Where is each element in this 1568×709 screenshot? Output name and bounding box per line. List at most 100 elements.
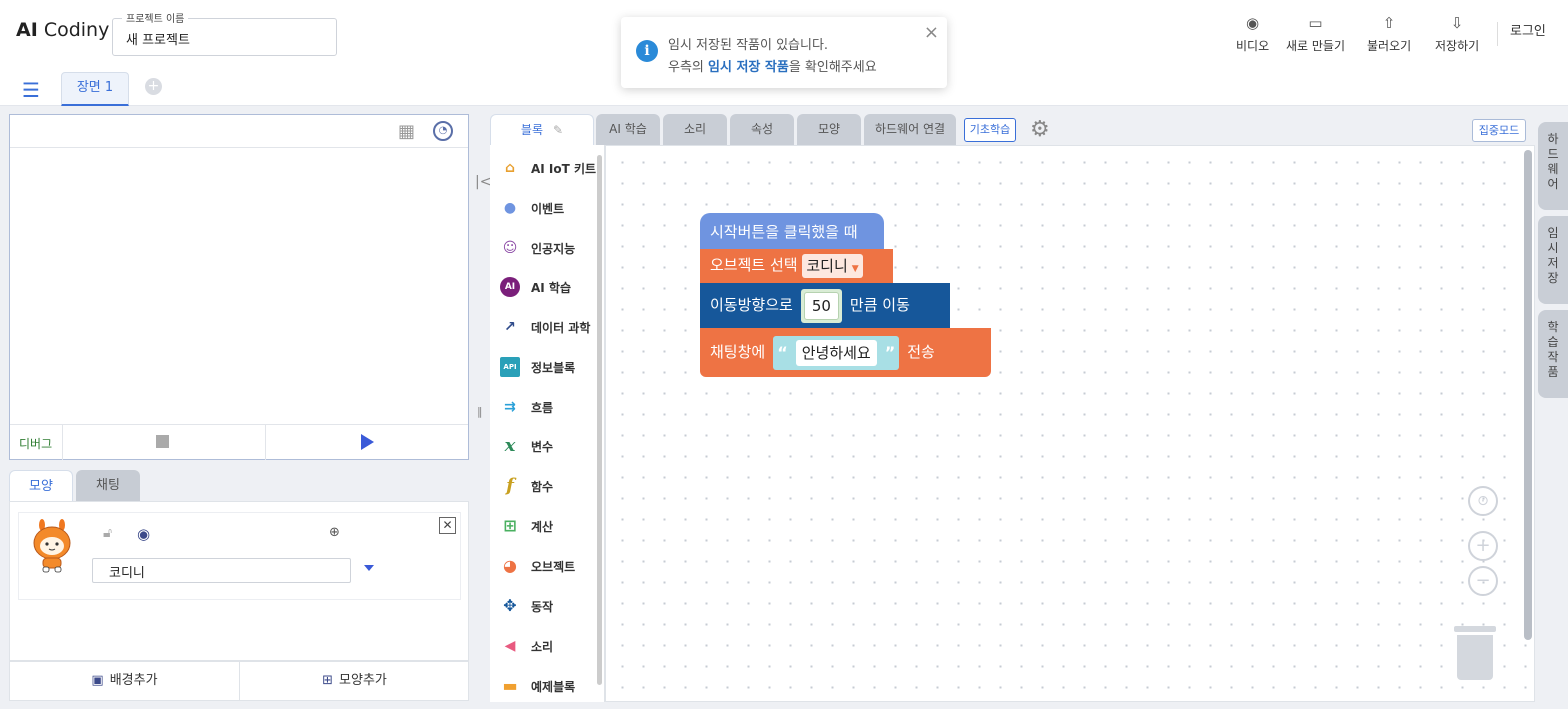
add-background-button[interactable]: ▣ 배경추가 [10, 662, 239, 700]
divider [62, 425, 63, 460]
chevron-down-icon[interactable] [364, 565, 374, 571]
login-button[interactable]: 로그인 [1497, 22, 1546, 46]
stage-panel[interactable]: ▦ ◔ 디버그 [9, 114, 469, 460]
palette-object[interactable]: ◕ 오브젝트 [500, 554, 604, 578]
location-pin-icon: ● [503, 200, 517, 216]
palette-event[interactable]: ● 이벤트 [500, 196, 604, 220]
download-icon: ⇩ [1450, 14, 1464, 32]
object-name-input[interactable]: 코디니 [92, 558, 351, 583]
zoom-in-icon[interactable]: + [1468, 531, 1498, 561]
send-chat-block[interactable]: 채팅창에 “안녕하세요” 전송 [700, 328, 991, 377]
close-quote-icon: ” [884, 342, 896, 362]
load-button[interactable]: ⇧ 불러오기 [1367, 14, 1411, 54]
side-tab-temp-save[interactable]: 임시저장 [1538, 216, 1568, 304]
project-name-value[interactable]: 새 프로젝트 [126, 29, 190, 48]
palette-scrollbar[interactable] [597, 155, 602, 685]
tab-ai-learning[interactable]: AI 학습 [596, 114, 660, 145]
resize-handle-icon[interactable]: ‖ [477, 405, 483, 418]
new-project-button[interactable]: ▭ 새로 만들기 [1286, 14, 1345, 54]
center-target-icon[interactable]: ⊙ [1468, 486, 1498, 516]
shapes-icon: ◕ [503, 556, 517, 575]
play-button[interactable] [361, 434, 374, 450]
pin-icon[interactable]: ✎ [553, 123, 563, 137]
tab-scene-1[interactable]: 장면 1 [61, 72, 129, 106]
chat-text-input[interactable]: 안녕하세요 [795, 339, 877, 366]
code-canvas[interactable]: 시작버튼을 클릭했을 때 오브젝트 선택 코디니 ▼ 이동방향으로 50 만큼 이동 … [605, 145, 1535, 702]
api-icon: API [500, 357, 520, 377]
object-card[interactable]: 🔓︎ ◉ ⊕ ✕ 코디니 [18, 512, 461, 600]
video-button[interactable]: ◉ 비디오 [1236, 14, 1269, 54]
trash-lid [1454, 626, 1496, 632]
temp-save-toast: i 임시 저장된 작품이 있습니다. 우측의 임시 저장 작품을 확인해주세요 … [621, 17, 947, 88]
move-amount-input[interactable]: 50 [803, 291, 839, 320]
calculator-icon: ⊞ [503, 516, 517, 535]
canvas-scrollbar[interactable] [1524, 150, 1532, 640]
project-name-label: 프로젝트 이름 [122, 10, 189, 25]
codiny-avatar [33, 519, 71, 573]
tab-sound[interactable]: 소리 [663, 114, 727, 145]
unlock-icon[interactable]: 🔓︎ [103, 525, 112, 541]
number-input-slot: 50 [800, 288, 842, 323]
info-icon: i [636, 40, 658, 62]
speed-gauge-icon[interactable]: ◔ [433, 121, 453, 141]
palette-ai-learning[interactable]: AI AI 학습 [500, 275, 604, 299]
object-actions: ▣ 배경추가 ⊞ 모양추가 [9, 661, 469, 701]
tab-properties[interactable]: 속성 [730, 114, 794, 145]
grid-icon[interactable]: ▦ [398, 121, 415, 142]
palette-example-blocks[interactable]: ▬ 예제블록 [500, 674, 604, 698]
app-logo[interactable]: AI Codiny [16, 19, 109, 41]
palette-flow[interactable]: ⇉ 흐름 [500, 395, 604, 419]
gear-icon[interactable]: ⚙ [1030, 117, 1050, 142]
speaker-icon: ◀ [504, 638, 516, 654]
toast-message-1: 임시 저장된 작품이 있습니다. [668, 38, 829, 53]
tab-shape[interactable]: 모양 [9, 470, 73, 502]
palette-variable[interactable]: x 변수 [500, 434, 604, 458]
close-icon[interactable]: × [924, 22, 939, 43]
flow-arrows-icon: ⇉ [504, 399, 516, 415]
move-arrows-icon: ✥ [503, 596, 517, 615]
palette-data-science[interactable]: ↗ 데이터 과학 [500, 315, 604, 339]
palette-sound[interactable]: ◀ 소리 [500, 634, 604, 658]
stage-controls: 디버그 [10, 424, 468, 460]
chevron-down-icon: ▼ [851, 263, 859, 274]
focus-mode-button[interactable]: 집중모드 [1472, 119, 1526, 142]
tab-blocks[interactable]: 블록 ✎ [490, 114, 594, 145]
palette-calculation[interactable]: ⊞ 계산 [500, 514, 604, 538]
ai-badge-icon: AI [500, 277, 520, 297]
palette-info-block[interactable]: API 정보블록 [500, 355, 604, 379]
tab-hardware-connect[interactable]: 하드웨어 연결 [864, 114, 956, 145]
object-dropdown[interactable]: 코디니 ▼ [802, 253, 863, 278]
side-tab-learning-works[interactable]: 학습작품 [1538, 310, 1568, 398]
palette-motion[interactable]: ✥ 동작 [500, 594, 604, 618]
close-icon[interactable]: ✕ [439, 517, 456, 534]
zoom-out-icon[interactable]: − [1468, 566, 1498, 596]
debug-button[interactable]: 디버그 [19, 435, 52, 452]
collapse-panel-icon[interactable]: |< [475, 174, 491, 190]
palette-ai[interactable]: ☺ 인공지능 [500, 236, 604, 260]
move-block[interactable]: 이동방향으로 50 만큼 이동 [700, 283, 950, 328]
start-event-block[interactable]: 시작버튼을 클릭했을 때 [700, 213, 884, 249]
stage-toolbar: ▦ ◔ [10, 115, 468, 148]
select-object-block[interactable]: 오브젝트 선택 코디니 ▼ [700, 249, 893, 283]
webcam-icon: ◉ [1246, 14, 1260, 32]
basic-learning-button[interactable]: 기초학습 [964, 118, 1016, 142]
eye-icon[interactable]: ◉ [137, 525, 150, 543]
palette-ai-iot-kit[interactable]: ⌂ AI IoT 키트 [500, 156, 604, 180]
upload-icon: ⇧ [1382, 14, 1396, 32]
side-tab-hardware[interactable]: 하드웨어 [1538, 122, 1568, 210]
add-shape-button[interactable]: ⊞ 모양추가 [240, 662, 469, 700]
object-panel: 🔓︎ ◉ ⊕ ✕ 코디니 [9, 501, 469, 661]
robot-icon: ☺ [502, 240, 518, 256]
add-scene-button[interactable]: + [145, 78, 162, 95]
menu-list-icon[interactable]: ☰ [22, 78, 40, 102]
variable-x-icon: x [504, 435, 516, 456]
tab-shape-editor[interactable]: 모양 [797, 114, 861, 145]
rotation-icon[interactable]: ⊕ [329, 525, 340, 540]
tab-chat[interactable]: 채팅 [76, 470, 140, 502]
trash-icon[interactable] [1454, 626, 1496, 680]
stop-button[interactable] [156, 435, 169, 448]
save-button[interactable]: ⇩ 저장하기 [1435, 14, 1479, 54]
open-quote-icon: “ [777, 342, 788, 362]
function-f-icon: f [506, 475, 514, 496]
palette-function[interactable]: f 함수 [500, 474, 604, 498]
